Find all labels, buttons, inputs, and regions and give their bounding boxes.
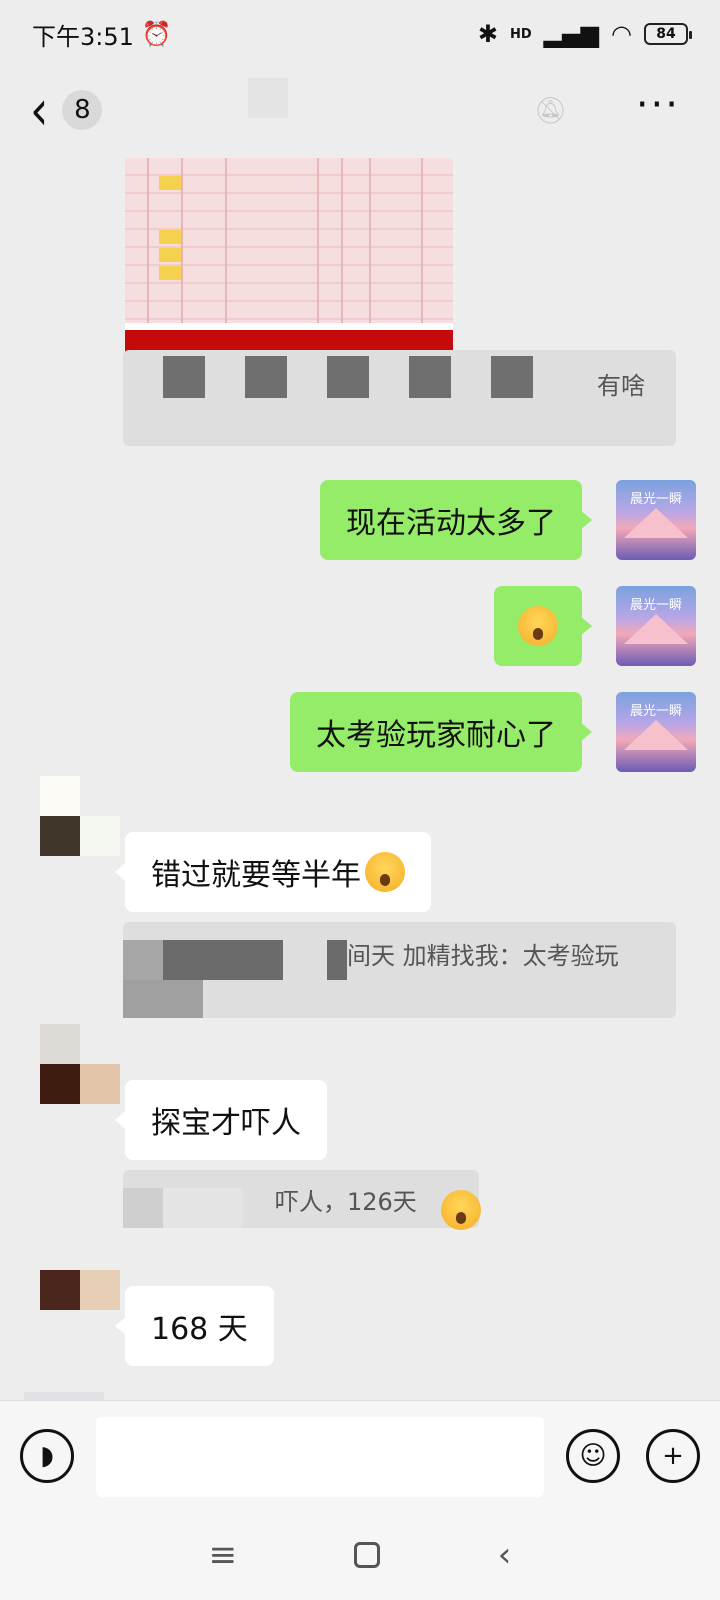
sender-avatar[interactable] [40,776,120,856]
back-icon[interactable]: ‹ [498,1535,512,1575]
voice-icon[interactable]: ◗ [20,1429,74,1483]
my-avatar[interactable]: 晨光一瞬 [616,480,696,560]
unread-count-badge[interactable]: 8 [62,90,103,130]
my-avatar[interactable]: 晨光一瞬 [616,586,696,666]
signal-label: HD [510,26,532,42]
emoji-face-icon [365,852,405,892]
message-input[interactable] [96,1417,544,1497]
received-message[interactable]: 探宝才吓人 [115,1080,327,1160]
signal-icon: ▂▄▆ [543,20,600,48]
sender-avatar[interactable] [40,1024,120,1104]
sender-avatar[interactable] [40,1270,120,1350]
next-avatar-partial [24,1392,104,1400]
message-text: 探宝才吓人 [151,1106,301,1141]
sent-emoji-message[interactable] [494,586,592,666]
system-nav-bar: ≡ ‹ [0,1510,720,1600]
quote-text: 有啥 [597,372,645,400]
crying-laughing-emoji-icon [441,1190,481,1230]
bell-muted-icon: 🔕︎ [534,96,568,126]
emoji-face-icon [518,606,558,646]
plus-icon[interactable]: + [646,1429,700,1483]
sent-message[interactable]: 太考验玩家耐心了 [290,692,592,772]
message-list[interactable]: 有啥 现在活动太多了 晨光一瞬 晨光一瞬 太考验玩家耐心了 晨光一瞬 错过就要等… [0,150,720,1400]
battery-indicator: 84 [644,23,692,45]
message-text: 168 天 [151,1312,248,1347]
status-bar: 下午3:51 ⏰ ✱ HD ▂▄▆ ◠ 84 [0,0,720,68]
bluetooth-icon: ✱ [477,20,498,48]
home-icon[interactable] [354,1542,381,1568]
more-dots-icon[interactable]: ··· [636,82,680,128]
message-text: 错过就要等半年 [151,858,361,893]
message-text: 现在活动太多了 [346,506,556,541]
chat-header: ‹ 8 🔕︎ ··· [0,70,720,150]
back-chevron-icon[interactable]: ‹ [30,82,48,137]
quote-text: 吓人，126天 [275,1188,417,1216]
message-text: 太考验玩家耐心了 [316,718,556,753]
status-time: 下午3:51 [32,22,134,51]
my-avatar[interactable]: 晨光一瞬 [616,692,696,772]
received-message[interactable]: 168 天 [115,1286,274,1366]
shared-table-image[interactable] [125,158,453,358]
alarm-clock-icon: ⏰ [141,20,172,48]
input-bar: ◗ ☺ + [0,1400,720,1510]
sent-message[interactable]: 现在活动太多了 [320,480,592,560]
chat-title [248,78,288,118]
menu-icon[interactable]: ≡ [209,1535,238,1575]
received-message[interactable]: 错过就要等半年 [115,832,431,912]
wifi-icon: ◠ [611,20,632,48]
quote-text: 间天 加精找我：太考验玩 [347,942,619,970]
quote-reply[interactable]: 吓人，126天 [123,1170,481,1230]
emoji-icon[interactable]: ☺ [566,1429,620,1483]
quote-reply[interactable]: 有啥 [123,350,676,446]
quote-reply[interactable]: 间天 加精找我：太考验玩 [123,922,676,1018]
